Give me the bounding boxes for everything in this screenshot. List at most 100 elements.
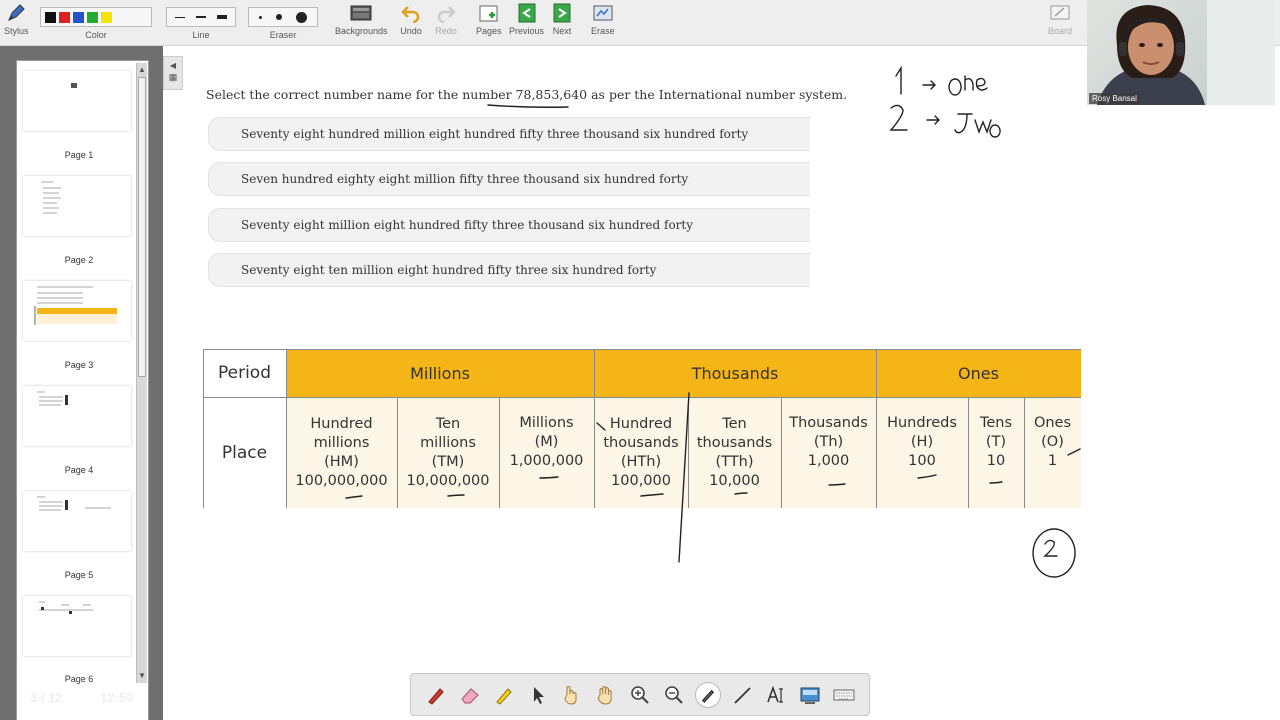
page-2-thumbnail[interactable]	[23, 176, 131, 236]
ink-circled-two	[1032, 528, 1076, 578]
scroll-down-icon[interactable]: ▼	[138, 671, 146, 680]
board-button[interactable]: Board	[1048, 3, 1072, 36]
image-tool-button[interactable]	[797, 682, 823, 708]
backgrounds-icon	[350, 3, 372, 23]
keyboard-icon	[833, 689, 855, 700]
pointer-arrow-icon	[534, 686, 544, 704]
color-swatch-blue[interactable]	[73, 11, 84, 23]
line-tool-button[interactable]	[729, 682, 755, 708]
line-label: Line	[192, 30, 210, 40]
eraser-tool-button[interactable]	[457, 682, 483, 708]
color-swatch-red[interactable]	[59, 11, 70, 23]
laser-pointer-button[interactable]	[559, 682, 585, 708]
text-tool-button[interactable]	[763, 682, 789, 708]
select-tool-button[interactable]	[525, 682, 551, 708]
ink-tick-tm	[447, 494, 465, 497]
page-3-thumbnail[interactable]	[23, 281, 131, 341]
ink-annotations	[345, 65, 1081, 578]
erase-label: Erase	[591, 26, 615, 36]
scroll-up-icon[interactable]: ▲	[138, 65, 146, 74]
ink-digit-one	[895, 65, 902, 95]
eraser-tool: Eraser	[248, 3, 318, 40]
eraser-large-option[interactable]	[296, 11, 308, 23]
page-1-label: Page 1	[64, 150, 94, 160]
color-label: Color	[85, 30, 107, 40]
sidebar-collapse-tab[interactable]: ◀ ▦	[163, 56, 183, 90]
ink-arrow-one	[922, 80, 936, 90]
drawing-tools-bar	[410, 673, 870, 716]
page-1-thumbnail[interactable]	[23, 71, 131, 131]
color-swatch-black[interactable]	[45, 11, 56, 23]
board-label: Board	[1048, 26, 1073, 36]
pin-icon: ▦	[168, 72, 178, 82]
eraser-medium-option[interactable]	[275, 14, 282, 20]
line-widths	[166, 7, 236, 27]
pointing-hand-icon	[564, 685, 577, 705]
color-tool: Color	[40, 3, 152, 40]
stylus-tool-button[interactable]	[695, 681, 721, 708]
undo-label: Undo	[400, 26, 422, 36]
line-thick-option[interactable]	[217, 15, 227, 19]
next-label: Next	[552, 26, 572, 36]
undo-button[interactable]: Undo	[400, 3, 422, 36]
scroll-thumb[interactable]	[138, 77, 146, 377]
page-thumbnail-list: Page 1 Page 2 Page 3 Page 4 Page 5 Page …	[16, 60, 149, 720]
pen-icon	[428, 687, 444, 705]
previous-label: Previous	[509, 26, 545, 36]
ink-tick-t	[989, 481, 1003, 484]
page-4-label: Page 4	[64, 465, 94, 475]
page-6-label: Page 6	[64, 674, 94, 684]
ink-digit-two	[889, 104, 908, 131]
backgrounds-label: Backgrounds	[335, 26, 388, 36]
erase-button[interactable]: Erase	[591, 3, 615, 36]
pen-tool-button[interactable]	[423, 682, 449, 708]
zoom-out-button[interactable]	[661, 682, 687, 708]
page-5-label: Page 5	[64, 570, 94, 580]
ink-vertical-line	[678, 392, 690, 563]
ink-word-one	[948, 75, 988, 96]
redo-icon	[435, 3, 457, 23]
next-page-icon	[551, 3, 573, 23]
collapse-arrow-icon: ◀	[169, 61, 177, 70]
previous-button[interactable]: Previous	[509, 3, 544, 36]
color-swatch-yellow[interactable]	[101, 11, 112, 23]
whiteboard-canvas[interactable]: Select the correct number name for the n…	[183, 46, 1280, 720]
sidebar-scrollbar[interactable]: ▲ ▼	[136, 63, 147, 683]
line-icon	[734, 686, 751, 704]
line-medium-option[interactable]	[196, 16, 206, 18]
pages-button[interactable]: Pages	[476, 3, 502, 36]
page-5-thumbnail[interactable]	[23, 491, 131, 551]
next-button[interactable]: Next	[551, 3, 573, 36]
highlighter-icon	[496, 687, 512, 705]
ink-tick-hth	[640, 493, 664, 497]
page-6-thumbnail[interactable]	[23, 596, 131, 656]
stylus-tool[interactable]: Stylus	[4, 3, 29, 36]
ink-word-two	[954, 113, 1001, 138]
pan-tool-button[interactable]	[593, 682, 619, 708]
page-4-thumbnail[interactable]	[23, 386, 131, 446]
ink-tick-m	[539, 476, 559, 479]
pages-label: Pages	[476, 26, 502, 36]
whiteboard-app: Stylus Color Line Eraser Backgrounds Und…	[0, 0, 1280, 720]
stylus-pen-icon	[701, 689, 715, 703]
session-clock: 12:50	[100, 690, 134, 705]
backgrounds-button[interactable]: Backgrounds	[335, 3, 388, 36]
presenter-name: Rosy Bansal	[1089, 93, 1140, 104]
eraser-sizes	[248, 7, 318, 27]
ink-arrow-two	[926, 115, 940, 125]
highlighter-tool-button[interactable]	[491, 682, 517, 708]
zoom-in-button[interactable]	[627, 682, 653, 708]
line-tool: Line	[166, 3, 236, 40]
keyboard-button[interactable]	[831, 682, 857, 708]
redo-button[interactable]: Redo	[435, 3, 457, 36]
eraser-small-option[interactable]	[258, 15, 262, 19]
stylus-label: Stylus	[4, 26, 29, 36]
stylus-icon	[5, 3, 27, 23]
ink-tick-h	[917, 474, 937, 479]
ink-tick-th	[828, 483, 846, 486]
color-swatch-green[interactable]	[87, 11, 98, 23]
erase-icon	[592, 3, 614, 23]
line-thin-option[interactable]	[175, 16, 185, 18]
page-counter: 3 / 12	[30, 690, 63, 705]
sidebar-status-bar: 3 / 12 12:50	[0, 686, 163, 720]
